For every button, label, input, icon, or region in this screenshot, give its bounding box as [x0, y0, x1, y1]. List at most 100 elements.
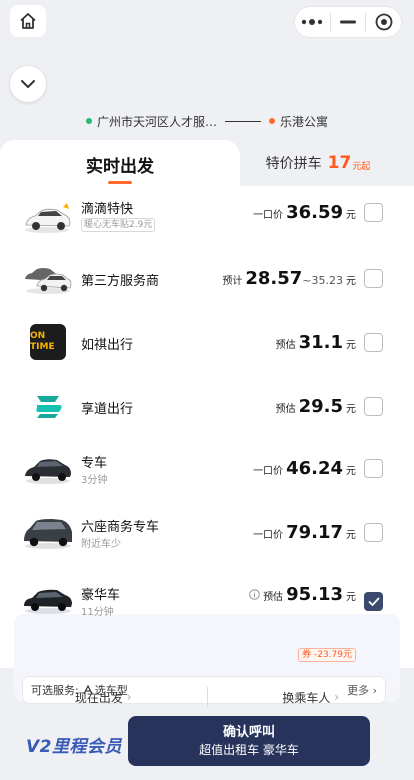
xiangdao-logo [22, 382, 74, 430]
ride-checkbox[interactable] [364, 269, 383, 288]
tab-realtime-text: 实时出发 [86, 156, 154, 177]
tab-realtime[interactable]: 实时出发 [0, 140, 240, 188]
ride-name: 六座商务专车 [81, 520, 160, 535]
ride-name: 享道出行 [81, 402, 134, 417]
price-range: ~35.23 [302, 274, 343, 287]
ride-option-luxury[interactable]: 豪华车 11分钟 预估 95.13 元 [0, 566, 414, 630]
change-rider-label: 换乘车人 [282, 690, 331, 705]
ride-name: 如祺出行 [81, 338, 134, 353]
route-summary: 广州市天河区人才服… 乐港公寓 [0, 112, 414, 130]
tab-special-unit: 元起 [352, 161, 371, 172]
ride-checkbox[interactable] [364, 397, 383, 416]
depart-now-label: 现在出发 [74, 690, 123, 705]
ontime-logo: ON TIME [22, 318, 74, 366]
ride-eta: 11分钟 [81, 607, 114, 618]
van-icon [22, 508, 74, 556]
price-value: 31.1 [298, 332, 343, 353]
price-unit: 元 [346, 530, 356, 541]
ride-tag: 暖心无车贴2.9元 [81, 218, 156, 232]
ride-option-didi-express[interactable]: 滴滴特快 暖心无车贴2.9元 一口价 36.59 元 [0, 186, 414, 250]
ride-option-ruqi[interactable]: ON TIME 如祺出行 预估 31.1 元 [0, 310, 414, 374]
destination-text: 乐港公寓 [280, 114, 329, 129]
ride-sheet: 特价拼车 17 元起 实时出发 滴滴特快 暖心无车贴2.9元 一口价 36.59… [0, 138, 414, 780]
ride-name: 专车 [81, 456, 108, 471]
destination-dot [269, 118, 275, 124]
ride-price: 预估 31.1 元 [276, 332, 356, 353]
origin-dot [85, 118, 92, 124]
top-bar [0, 0, 414, 44]
ride-price: 一口价 36.59 元 [253, 202, 356, 223]
ride-checkbox[interactable] [364, 333, 383, 352]
ride-name: 豪华车 [81, 588, 121, 603]
info-icon[interactable] [249, 589, 260, 600]
depart-now-button[interactable]: 现在出发 › [0, 684, 207, 710]
ride-price: 一口价 79.17 元 [253, 522, 356, 543]
ride-checkbox[interactable] [364, 523, 383, 542]
price-prefix: 预估 [275, 340, 296, 351]
chevron-down-icon [21, 80, 35, 88]
vip-membership-badge[interactable]: V2里程会员 [26, 732, 122, 757]
price-value: 46.24 [286, 458, 343, 479]
price-unit: 元 [346, 404, 356, 415]
origin-text: 广州市天河区人才服… [96, 114, 217, 129]
price-prefix: 预估 [263, 592, 284, 603]
tab-special-carpool[interactable]: 特价拼车 17 元起 [222, 140, 414, 186]
confirm-call-button[interactable]: 确认呼叫 超值出租车 豪华车 [128, 716, 370, 766]
close-button[interactable] [366, 7, 401, 37]
price-prefix: 预估 [275, 404, 296, 415]
tab-bar: 特价拼车 17 元起 实时出发 [0, 138, 414, 188]
change-rider-button[interactable]: 换乘车人 › [208, 684, 414, 710]
price-prefix: 一口价 [253, 210, 284, 221]
luxury-car-icon [22, 574, 74, 622]
ride-option-xiangdao[interactable]: 享道出行 预估 29.5 元 [0, 374, 414, 438]
price-unit: 元 [346, 592, 356, 603]
bottom-bar: V2里程会员 确认呼叫 超值出租车 豪华车 [0, 712, 414, 780]
price-prefix: 一口价 [253, 466, 284, 477]
tab-special-price: 17 [327, 153, 352, 173]
minimize-button[interactable] [331, 7, 366, 37]
ride-price: 预估 95.13 元 [249, 584, 356, 605]
minimize-icon [340, 20, 356, 24]
action-links: 现在出发 › 换乘车人 › [0, 684, 414, 710]
chevron-right-icon: › [126, 690, 132, 704]
tab-realtime-label: 实时出发 [86, 152, 154, 184]
price-unit: 元 [346, 340, 356, 351]
ride-checkbox[interactable] [364, 459, 383, 478]
discount-badge: 券 -23.79元 [298, 648, 356, 662]
ride-price: 预估 29.5 元 [276, 396, 356, 417]
confirm-call-subtitle: 超值出租车 豪华车 [199, 743, 299, 757]
ride-option-six-seat[interactable]: 六座商务专车 附近车少 一口价 79.17 元 [0, 500, 414, 564]
tab-special-label: 特价拼车 [265, 156, 322, 172]
ride-option-premier[interactable]: 专车 3分钟 一口价 46.24 元 [0, 436, 414, 500]
ride-checkbox-checked[interactable] [364, 592, 383, 611]
price-value: 29.5 [298, 396, 343, 417]
ride-eta: 附近车少 [81, 539, 121, 550]
cars-group-icon [22, 254, 74, 302]
home-button[interactable] [10, 5, 46, 37]
ride-name: 滴滴特快 [81, 202, 134, 217]
ontime-logo-text: ON TIME [30, 331, 55, 352]
price-prefix: 一口价 [253, 530, 284, 541]
home-icon [20, 13, 36, 29]
route-line [225, 120, 261, 122]
ride-checkbox[interactable] [364, 203, 383, 222]
collapse-button[interactable] [10, 66, 46, 102]
confirm-call-label: 确认呼叫 [222, 725, 275, 740]
ride-eta: 3分钟 [81, 475, 108, 486]
ride-price: 预计 28.57 ~35.23 元 [222, 268, 356, 289]
car-black-icon [22, 444, 74, 492]
price-prefix: 预计 [222, 276, 243, 287]
check-icon [368, 597, 379, 606]
price-value: 79.17 [286, 522, 343, 543]
ride-name: 第三方服务商 [81, 274, 160, 289]
price-value: 95.13 [286, 584, 343, 605]
more-dots-icon [302, 19, 323, 25]
price-unit: 元 [346, 466, 356, 477]
ride-option-third-party[interactable]: 第三方服务商 预计 28.57 ~35.23 元 [0, 246, 414, 310]
price-unit: 元 [346, 276, 356, 287]
chevron-right-icon: › [334, 690, 340, 704]
price-unit: 元 [346, 210, 356, 221]
price-value: 36.59 [286, 202, 343, 223]
mini-program-capsule [294, 6, 402, 38]
more-button[interactable] [295, 7, 330, 37]
